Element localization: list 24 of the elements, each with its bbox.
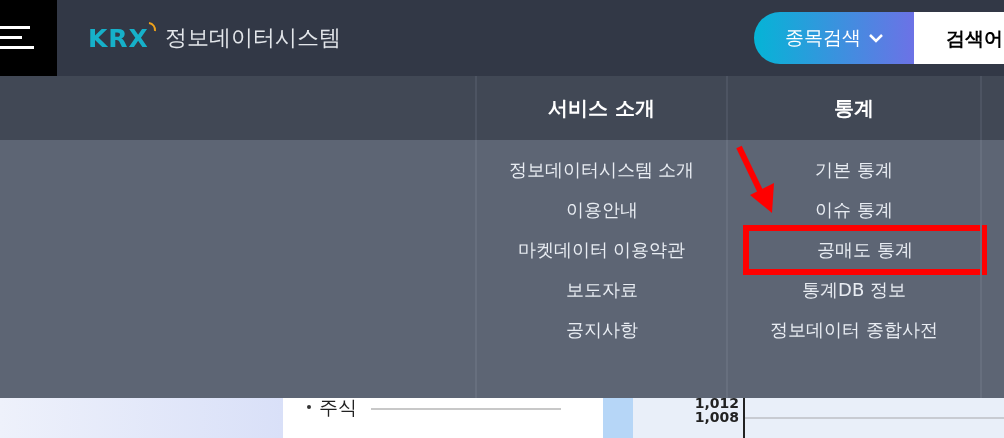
highlighted-menu-item[interactable]: 공매도 통계 <box>743 225 987 275</box>
search-field[interactable]: 검색어 <box>914 12 1004 64</box>
menu-item[interactable]: 보도자료 <box>565 276 638 304</box>
axis-tick-label: 1,008 <box>694 409 739 426</box>
list-item[interactable]: 주식 <box>319 396 357 418</box>
site-title: 정보데이터시스템 <box>164 24 341 52</box>
swoosh-icon <box>146 22 157 34</box>
menu-icon <box>0 26 34 50</box>
menu-item[interactable]: 통계DB 정보 <box>802 276 906 304</box>
chevron-down-icon <box>869 33 883 43</box>
menu-button[interactable] <box>0 0 57 76</box>
menu-item[interactable]: 마켓데이터 이용약관 <box>517 236 686 264</box>
menu-item[interactable]: 이용안내 <box>565 196 638 224</box>
menu-item[interactable]: 기본 통계 <box>815 156 893 184</box>
logo: KRX <box>88 23 149 53</box>
menu-item[interactable]: 이슈 통계 <box>815 196 893 224</box>
menu-item[interactable]: 정보데이터시스템 소개 <box>508 156 695 184</box>
nav-menu-title[interactable]: 서비스 소개 <box>548 94 655 122</box>
search-type-dropdown[interactable]: 종목검색 <box>754 12 914 64</box>
side-strip <box>603 398 633 438</box>
menu-item[interactable]: 정보데이터 종합사전 <box>770 316 938 344</box>
menu-item[interactable]: 공지사항 <box>565 316 638 344</box>
nav-menu-title[interactable]: 통계 <box>834 94 874 122</box>
axis-tick-label: 1,012 <box>694 394 739 412</box>
